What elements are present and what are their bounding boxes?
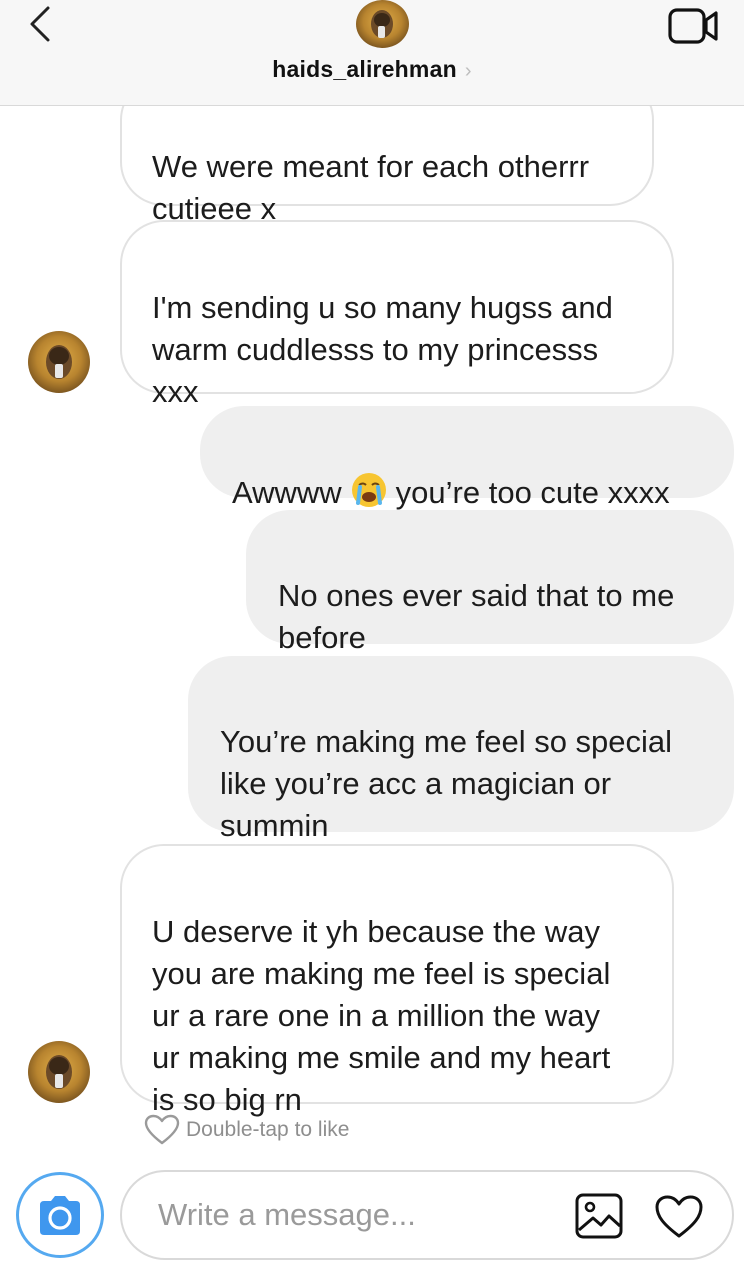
message-text: No ones ever said that to me before: [278, 578, 675, 655]
chevron-right-icon: ›: [464, 60, 472, 82]
loudly-crying-face-emoji-icon: [351, 473, 386, 507]
message-text: We were meant for each otherrr cutieee x: [152, 149, 590, 226]
dm-thread-screen: haids_alirehman › We were meant for each …: [0, 0, 744, 1274]
double-tap-like-hint[interactable]: Double-tap to like: [144, 1114, 349, 1146]
sender-avatar[interactable]: [28, 1041, 90, 1103]
message-input[interactable]: [158, 1192, 558, 1238]
message-bubble-outgoing[interactable]: Awwww you’re too cute xxxx: [200, 406, 734, 510]
message-bubble-incoming[interactable]: I'm sending u so many hugss and warm cud…: [120, 220, 674, 409]
like-hint-text: Double-tap to like: [186, 1118, 350, 1141]
message-composer: [120, 1170, 734, 1260]
message-text: I'm sending u so many hugss and warm cud…: [152, 290, 613, 409]
heart-icon[interactable]: [654, 1194, 704, 1240]
video-camera-icon[interactable]: [668, 6, 720, 46]
sender-avatar[interactable]: [28, 331, 90, 393]
header-avatar[interactable]: [356, 0, 409, 48]
image-gallery-icon[interactable]: [574, 1192, 624, 1240]
message-text: you’re too cute xxxx: [395, 475, 670, 510]
message-bubble-outgoing[interactable]: You’re making me feel so special like yo…: [188, 656, 734, 843]
chat-header: haids_alirehman ›: [0, 0, 744, 106]
message-text: Awwww: [232, 475, 342, 510]
message-text: You’re making me feel so special like yo…: [220, 724, 673, 843]
heart-outline-icon: [144, 1114, 180, 1145]
message-text: U deserve it yh because the way you are …: [152, 914, 611, 1117]
chat-title[interactable]: haids_alirehman ›: [0, 56, 744, 83]
message-bubble-incoming[interactable]: U deserve it yh because the way you are …: [120, 844, 674, 1117]
username-label: haids_alirehman: [272, 56, 457, 82]
camera-icon: [40, 1196, 80, 1235]
back-chevron-icon[interactable]: [22, 4, 62, 44]
camera-button[interactable]: [16, 1172, 104, 1258]
message-bubble-outgoing[interactable]: No ones ever said that to me before: [246, 510, 734, 655]
